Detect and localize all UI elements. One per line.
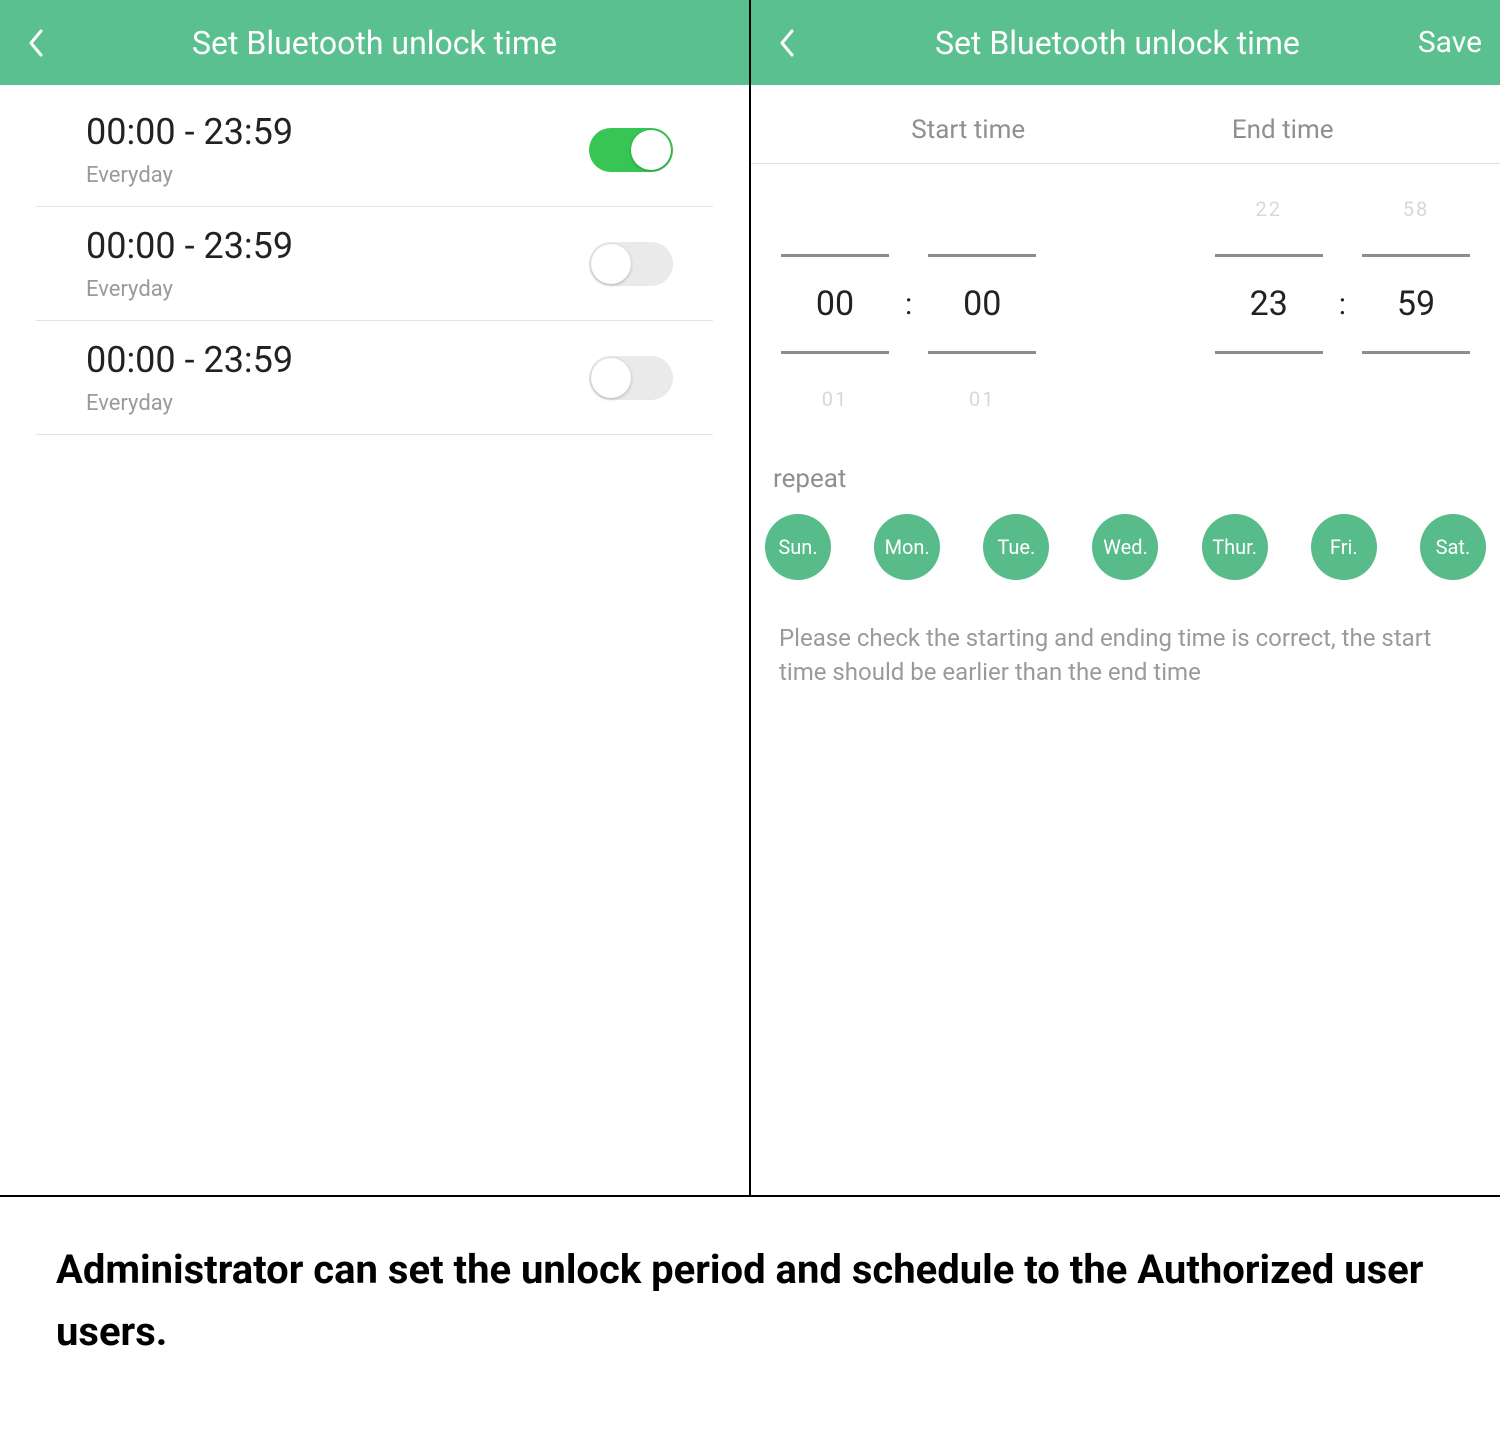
time-range: 00:00 - 23:59 bbox=[86, 339, 589, 381]
time-slot-list: 00:00 - 23:59 Everyday 00:00 - 23:59 Eve… bbox=[0, 85, 749, 435]
page-title: Set Bluetooth unlock time bbox=[192, 24, 557, 62]
page-title: Set Bluetooth unlock time bbox=[829, 24, 1406, 62]
day-sun[interactable]: Sun. bbox=[765, 514, 831, 580]
toggle-switch[interactable] bbox=[589, 356, 673, 400]
wheel-value: 23 bbox=[1215, 254, 1323, 354]
day-mon[interactable]: Mon. bbox=[874, 514, 940, 580]
screen-editor: Set Bluetooth unlock time Save Start tim… bbox=[751, 0, 1500, 1195]
tab-end-time[interactable]: End time bbox=[1126, 115, 1441, 145]
time-slot-row[interactable]: 00:00 - 23:59 Everyday bbox=[36, 321, 713, 435]
end-time-picker[interactable]: 22 23 : 58 59 bbox=[1126, 164, 1481, 444]
time-colon: : bbox=[1333, 287, 1352, 322]
wheel-value: 59 bbox=[1362, 254, 1470, 354]
time-range: 00:00 - 23:59 bbox=[86, 225, 589, 267]
row-text: 00:00 - 23:59 Everyday bbox=[86, 225, 589, 302]
day-sat[interactable]: Sat. bbox=[1420, 514, 1486, 580]
start-time-picker[interactable]: 00 01 : 00 01 bbox=[771, 164, 1126, 444]
screens-container: Set Bluetooth unlock time 00:00 - 23:59 … bbox=[0, 0, 1500, 1197]
row-text: 00:00 - 23:59 Everyday bbox=[86, 111, 589, 188]
wheel-next: 01 bbox=[969, 354, 995, 444]
repeat-label: repeat bbox=[751, 444, 1500, 514]
caption-text: Administrator can set the unlock period … bbox=[0, 1197, 1500, 1413]
time-pickers: 00 01 : 00 01 22 23 : 58 bbox=[751, 164, 1500, 444]
save-button[interactable]: Save bbox=[1406, 25, 1482, 60]
day-fri[interactable]: Fri. bbox=[1311, 514, 1377, 580]
wheel-next: 01 bbox=[822, 354, 848, 444]
start-minute-wheel[interactable]: 00 01 bbox=[928, 164, 1036, 444]
toggle-switch[interactable] bbox=[589, 242, 673, 286]
end-minute-wheel[interactable]: 58 59 bbox=[1362, 164, 1470, 444]
toggle-switch[interactable] bbox=[589, 128, 673, 172]
day-wed[interactable]: Wed. bbox=[1092, 514, 1158, 580]
hint-text: Please check the starting and ending tim… bbox=[751, 580, 1500, 689]
wheel-value: 00 bbox=[928, 254, 1036, 354]
day-selector: Sun. Mon. Tue. Wed. Thur. Fri. Sat. bbox=[751, 514, 1500, 580]
day-tue[interactable]: Tue. bbox=[983, 514, 1049, 580]
row-text: 00:00 - 23:59 Everyday bbox=[86, 339, 589, 416]
wheel-value: 00 bbox=[781, 254, 889, 354]
time-slot-row[interactable]: 00:00 - 23:59 Everyday bbox=[36, 207, 713, 321]
screen-list: Set Bluetooth unlock time 00:00 - 23:59 … bbox=[0, 0, 751, 1195]
time-sub: Everyday bbox=[86, 163, 589, 188]
back-icon[interactable] bbox=[18, 25, 54, 61]
time-sub: Everyday bbox=[86, 391, 589, 416]
start-hour-wheel[interactable]: 00 01 bbox=[781, 164, 889, 444]
time-sub: Everyday bbox=[86, 277, 589, 302]
time-tabs: Start time End time bbox=[751, 85, 1500, 164]
wheel-prev: 58 bbox=[1403, 164, 1429, 254]
time-range: 00:00 - 23:59 bbox=[86, 111, 589, 153]
day-thu[interactable]: Thur. bbox=[1202, 514, 1268, 580]
header: Set Bluetooth unlock time bbox=[0, 0, 749, 85]
back-icon[interactable] bbox=[769, 25, 805, 61]
time-slot-row[interactable]: 00:00 - 23:59 Everyday bbox=[36, 93, 713, 207]
wheel-prev: 22 bbox=[1255, 164, 1281, 254]
tab-start-time[interactable]: Start time bbox=[811, 115, 1126, 145]
time-colon: : bbox=[899, 287, 918, 322]
end-hour-wheel[interactable]: 22 23 bbox=[1215, 164, 1323, 444]
header: Set Bluetooth unlock time Save bbox=[751, 0, 1500, 85]
